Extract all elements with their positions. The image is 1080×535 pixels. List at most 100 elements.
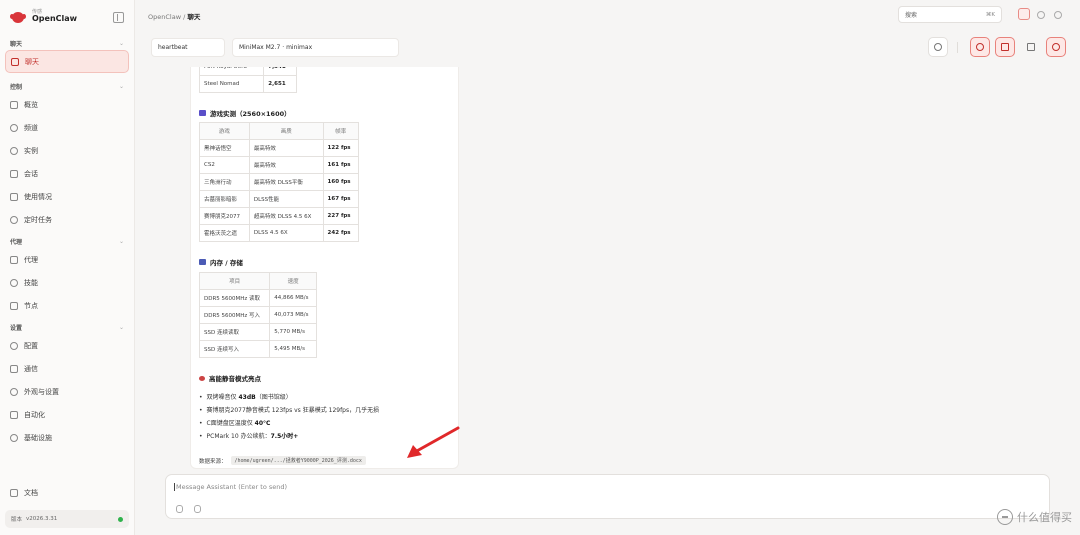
bar-chart-icon xyxy=(10,192,18,201)
sidebar-item-channels[interactable]: 频道 xyxy=(0,116,134,139)
sidebar-item-label: 配置 xyxy=(24,341,38,350)
session-select[interactable]: heartbeat xyxy=(151,38,225,57)
sidebar-item-automation[interactable]: 自动化 xyxy=(0,403,134,426)
column-header: 游戏 xyxy=(199,122,250,140)
table-row: DDR5 5600MHz 写入 40,073 MB/s xyxy=(198,306,317,324)
sidebar-item-label: 定时任务 xyxy=(24,215,52,224)
document-icon xyxy=(10,169,18,178)
column-header: 帧率 xyxy=(322,122,360,140)
nav-section-label: 设置 xyxy=(10,324,23,332)
chevron-down-icon: ⌄ xyxy=(118,323,124,331)
nav-section-agents[interactable]: 代理 ⌄ xyxy=(0,234,134,248)
model-select[interactable]: MiniMax M2.7 · minimax xyxy=(232,38,399,57)
table-cell: CS2 xyxy=(199,156,250,174)
table-cell: DLSS性能 xyxy=(248,190,324,208)
nav-section-chat[interactable]: 聊天 ⌄ xyxy=(0,36,134,50)
nav-section-label: 控制 xyxy=(10,83,23,91)
session-label: heartbeat xyxy=(158,44,188,51)
bullet-text: C面键盘区温度仅 xyxy=(206,420,255,427)
source-label: 数据来源： xyxy=(199,458,227,465)
sidebar-item-config[interactable]: 配置 xyxy=(0,334,134,357)
version-label: 版本 xyxy=(11,517,23,523)
sidebar-item-infra[interactable]: 基础设施 xyxy=(0,426,134,449)
table-row: Steel Nomad 2,651 xyxy=(198,75,297,93)
sidebar-item-overview[interactable]: 概览 xyxy=(0,93,134,116)
message-composer[interactable]: Message Assistant (Enter to send) xyxy=(165,474,1050,519)
sidebar-item-chat[interactable]: 聊天 xyxy=(5,50,129,73)
table-cell: Steel Nomad xyxy=(198,75,265,93)
table-row: 黑神话悟空 最高特效 122 fps xyxy=(199,139,360,157)
mute-icon xyxy=(199,375,205,381)
sidebar-item-skills[interactable]: 技能 xyxy=(0,271,134,294)
brand-name: OpenClaw xyxy=(32,14,78,24)
column-header: 速度 xyxy=(269,272,317,290)
sidebar-item-sessions[interactable]: 会话 xyxy=(0,162,134,185)
bullet-bold: 7.5小时+ xyxy=(270,433,299,440)
table-cell: 黑神话悟空 xyxy=(199,139,250,157)
table-cell: 40,073 MB/s xyxy=(269,306,317,324)
nav-section-control[interactable]: 控制 ⌄ xyxy=(0,79,134,93)
sidebar-item-docs[interactable]: 文档 xyxy=(0,481,135,504)
bullet-bold: 40°C xyxy=(254,420,271,427)
chevron-down-icon: ⌄ xyxy=(118,237,124,245)
table-cell: SSD 连续读取 xyxy=(198,323,271,341)
section-title-text: 游戏实测（2560×1600） xyxy=(210,110,291,118)
storage-table: 项目 速度 DDR5 5600MHz 读取 44,866 MB/s DDR5 560… xyxy=(198,272,317,358)
globe-icon xyxy=(10,433,18,442)
sidebar-item-label: 代理 xyxy=(24,255,38,264)
sidebar-item-nodes[interactable]: 节点 xyxy=(0,294,134,317)
section-title-quiet: 高能静音模式亮点 xyxy=(199,373,261,383)
table-row: SSD 连续读取 5,770 MB/s xyxy=(198,323,317,341)
tools-button[interactable] xyxy=(995,37,1015,57)
sun-icon[interactable] xyxy=(1034,8,1046,20)
annotation-arrow-icon xyxy=(407,426,460,458)
sidebar-item-cron[interactable]: 定时任务 xyxy=(0,208,134,231)
refresh-button[interactable] xyxy=(928,37,948,57)
sidebar-item-comms[interactable]: 通信 xyxy=(0,357,134,380)
sidebar-item-agents[interactable]: 代理 xyxy=(0,248,134,271)
version-bar: 版本 v2026.3.31 xyxy=(5,510,129,528)
chart-icon xyxy=(10,100,18,109)
sidebar-item-label: 自动化 xyxy=(24,410,45,419)
mic-icon[interactable] xyxy=(194,505,201,513)
feedback-icon[interactable] xyxy=(1018,8,1030,20)
moon-icon[interactable] xyxy=(1051,8,1063,20)
table-cell: 242 fps xyxy=(322,224,360,242)
sidebar-item-label: 会话 xyxy=(24,169,38,178)
table-cell: 2,651 xyxy=(263,75,297,93)
source-path: /home/ugreen/.../拯救者Y9000P_2026_评测.docx xyxy=(230,456,366,465)
focus-button[interactable] xyxy=(970,37,990,57)
sidebar-item-label: 基础设施 xyxy=(24,433,52,442)
breadcrumb: OpenClaw / 聊天 xyxy=(148,11,200,21)
watermark-text: 什么值得买 xyxy=(1017,511,1072,524)
table-cell: 超高特效 DLSS 4.5 6X xyxy=(248,207,324,225)
expand-button[interactable] xyxy=(1021,37,1041,57)
table-cell: Port Royal Ultra xyxy=(198,67,265,76)
breadcrumb-parent[interactable]: OpenClaw xyxy=(148,13,181,21)
list-item: 双烤噪音仅 43dB（图书馆级） xyxy=(199,391,379,404)
refresh-icon xyxy=(934,43,942,51)
sidebar-item-label: 概览 xyxy=(24,100,38,109)
status-dot xyxy=(118,516,123,522)
section-title-storage: 内存 / 存储 xyxy=(199,257,243,267)
table-header-row: 项目 速度 xyxy=(198,272,317,290)
sidebar-collapse-icon[interactable] xyxy=(113,11,124,23)
send-icon xyxy=(10,364,18,373)
search-input[interactable]: 搜索 ⌘K xyxy=(898,6,1002,23)
sidebar-item-usage[interactable]: 使用情况 xyxy=(0,185,134,208)
sidebar-item-appearance[interactable]: 外观与设置 xyxy=(0,380,134,403)
attach-icon[interactable] xyxy=(176,505,183,513)
gaming-table: 游戏 画质 帧率 黑神话悟空 最高特效 122 fps CS2 最高特效 161 fps 三… xyxy=(199,122,360,242)
table-header-row: 游戏 画质 帧率 xyxy=(199,122,360,140)
search-placeholder: 搜索 xyxy=(905,12,918,19)
nav-section-settings[interactable]: 设置 ⌄ xyxy=(0,320,134,334)
list-item: C面键盘区温度仅 40°C xyxy=(199,417,379,430)
expand-icon xyxy=(1027,43,1035,51)
gear-icon xyxy=(10,341,18,350)
history-button[interactable] xyxy=(1046,37,1066,57)
table-cell: 最高特效 DLSS平衡 xyxy=(248,173,324,191)
sidebar-item-instances[interactable]: 实例 xyxy=(0,139,134,162)
table-row: 三角洲行动 最高特效 DLSS平衡 160 fps xyxy=(199,173,360,191)
table-cell: 三角洲行动 xyxy=(199,173,250,191)
table-row: 霍格沃茨之遗 DLSS 4.5 6X 242 fps xyxy=(199,224,360,242)
